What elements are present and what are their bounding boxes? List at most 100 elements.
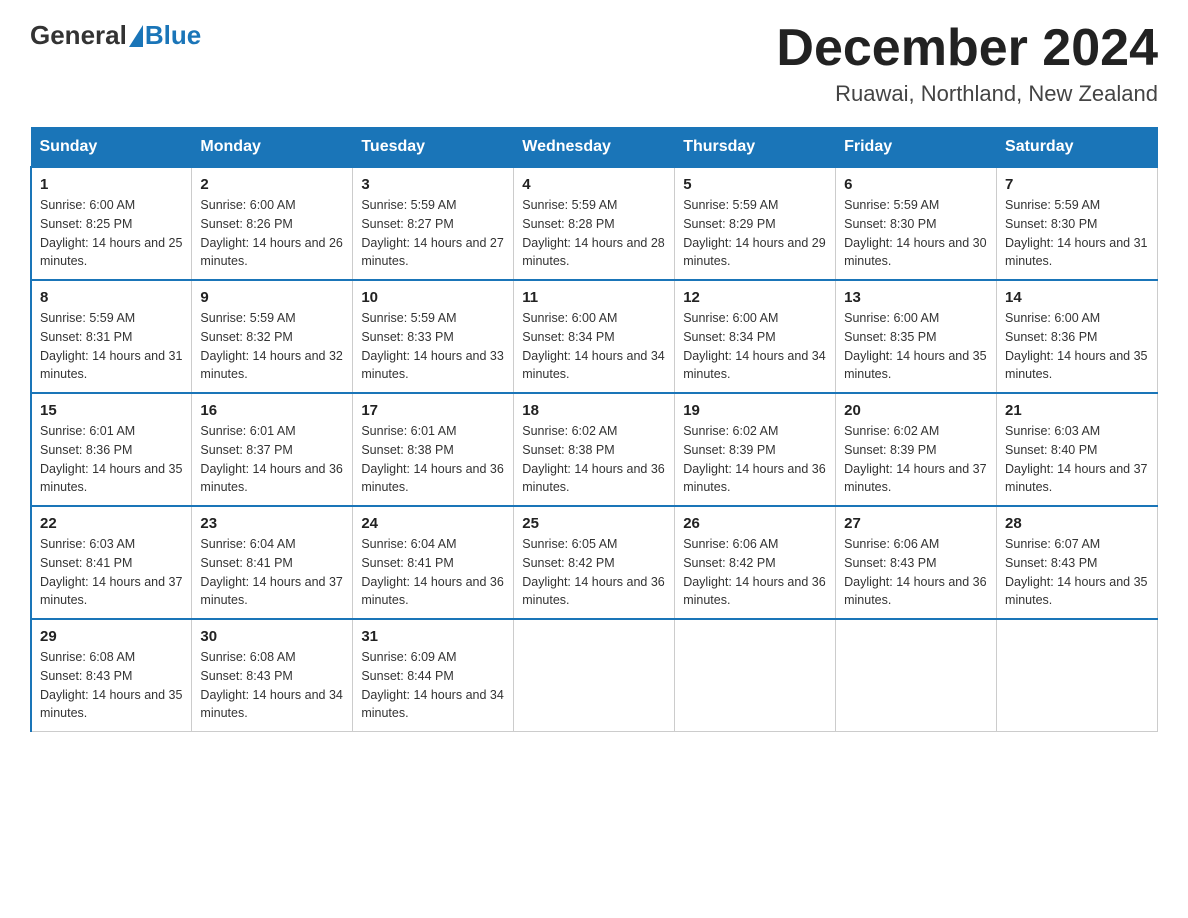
header-wednesday: Wednesday <box>514 128 675 168</box>
table-row: 29 Sunrise: 6:08 AMSunset: 8:43 PMDaylig… <box>31 619 192 732</box>
day-number: 5 <box>683 176 827 193</box>
day-number: 11 <box>522 289 666 306</box>
table-row: 12 Sunrise: 6:00 AMSunset: 8:34 PMDaylig… <box>675 280 836 393</box>
header-thursday: Thursday <box>675 128 836 168</box>
day-info: Sunrise: 6:00 AMSunset: 8:36 PMDaylight:… <box>1005 311 1147 381</box>
table-row: 24 Sunrise: 6:04 AMSunset: 8:41 PMDaylig… <box>353 506 514 619</box>
calendar-week-row: 15 Sunrise: 6:01 AMSunset: 8:36 PMDaylig… <box>31 393 1158 506</box>
table-row: 25 Sunrise: 6:05 AMSunset: 8:42 PMDaylig… <box>514 506 675 619</box>
day-info: Sunrise: 6:06 AMSunset: 8:43 PMDaylight:… <box>844 537 986 607</box>
weekday-header-row: Sunday Monday Tuesday Wednesday Thursday… <box>31 128 1158 168</box>
day-info: Sunrise: 6:07 AMSunset: 8:43 PMDaylight:… <box>1005 537 1147 607</box>
day-info: Sunrise: 6:02 AMSunset: 8:38 PMDaylight:… <box>522 424 664 494</box>
day-info: Sunrise: 6:08 AMSunset: 8:43 PMDaylight:… <box>40 650 182 720</box>
day-number: 28 <box>1005 515 1149 532</box>
day-number: 17 <box>361 402 505 419</box>
table-row <box>836 619 997 732</box>
day-info: Sunrise: 5:59 AMSunset: 8:32 PMDaylight:… <box>200 311 342 381</box>
table-row: 28 Sunrise: 6:07 AMSunset: 8:43 PMDaylig… <box>997 506 1158 619</box>
day-number: 30 <box>200 628 344 645</box>
day-number: 21 <box>1005 402 1149 419</box>
logo-blue-part: Blue <box>127 20 201 51</box>
day-number: 15 <box>40 402 183 419</box>
calendar-week-row: 22 Sunrise: 6:03 AMSunset: 8:41 PMDaylig… <box>31 506 1158 619</box>
header-tuesday: Tuesday <box>353 128 514 168</box>
day-info: Sunrise: 6:00 AMSunset: 8:34 PMDaylight:… <box>522 311 664 381</box>
day-info: Sunrise: 6:00 AMSunset: 8:35 PMDaylight:… <box>844 311 986 381</box>
day-number: 29 <box>40 628 183 645</box>
logo-triangle-icon <box>129 25 143 47</box>
table-row: 22 Sunrise: 6:03 AMSunset: 8:41 PMDaylig… <box>31 506 192 619</box>
day-info: Sunrise: 6:05 AMSunset: 8:42 PMDaylight:… <box>522 537 664 607</box>
day-info: Sunrise: 6:06 AMSunset: 8:42 PMDaylight:… <box>683 537 825 607</box>
day-number: 23 <box>200 515 344 532</box>
day-number: 6 <box>844 176 988 193</box>
header-friday: Friday <box>836 128 997 168</box>
table-row <box>514 619 675 732</box>
day-number: 22 <box>40 515 183 532</box>
table-row: 23 Sunrise: 6:04 AMSunset: 8:41 PMDaylig… <box>192 506 353 619</box>
calendar-table: Sunday Monday Tuesday Wednesday Thursday… <box>30 127 1158 732</box>
day-number: 12 <box>683 289 827 306</box>
day-number: 19 <box>683 402 827 419</box>
table-row: 9 Sunrise: 5:59 AMSunset: 8:32 PMDayligh… <box>192 280 353 393</box>
table-row: 7 Sunrise: 5:59 AMSunset: 8:30 PMDayligh… <box>997 167 1158 280</box>
day-number: 25 <box>522 515 666 532</box>
location-text: Ruawai, Northland, New Zealand <box>776 81 1158 107</box>
table-row: 6 Sunrise: 5:59 AMSunset: 8:30 PMDayligh… <box>836 167 997 280</box>
day-number: 3 <box>361 176 505 193</box>
table-row: 2 Sunrise: 6:00 AMSunset: 8:26 PMDayligh… <box>192 167 353 280</box>
logo-general-text: General <box>30 20 127 51</box>
day-number: 2 <box>200 176 344 193</box>
day-info: Sunrise: 6:08 AMSunset: 8:43 PMDaylight:… <box>200 650 342 720</box>
header-monday: Monday <box>192 128 353 168</box>
day-info: Sunrise: 6:00 AMSunset: 8:34 PMDaylight:… <box>683 311 825 381</box>
table-row: 21 Sunrise: 6:03 AMSunset: 8:40 PMDaylig… <box>997 393 1158 506</box>
day-info: Sunrise: 6:02 AMSunset: 8:39 PMDaylight:… <box>683 424 825 494</box>
day-info: Sunrise: 5:59 AMSunset: 8:28 PMDaylight:… <box>522 198 664 268</box>
day-info: Sunrise: 5:59 AMSunset: 8:31 PMDaylight:… <box>40 311 182 381</box>
day-number: 14 <box>1005 289 1149 306</box>
day-info: Sunrise: 6:01 AMSunset: 8:36 PMDaylight:… <box>40 424 182 494</box>
month-title: December 2024 <box>776 20 1158 77</box>
table-row: 18 Sunrise: 6:02 AMSunset: 8:38 PMDaylig… <box>514 393 675 506</box>
logo: General Blue <box>30 20 201 51</box>
table-row: 31 Sunrise: 6:09 AMSunset: 8:44 PMDaylig… <box>353 619 514 732</box>
day-info: Sunrise: 6:09 AMSunset: 8:44 PMDaylight:… <box>361 650 503 720</box>
calendar-week-row: 1 Sunrise: 6:00 AMSunset: 8:25 PMDayligh… <box>31 167 1158 280</box>
day-info: Sunrise: 6:01 AMSunset: 8:37 PMDaylight:… <box>200 424 342 494</box>
day-number: 20 <box>844 402 988 419</box>
day-info: Sunrise: 6:01 AMSunset: 8:38 PMDaylight:… <box>361 424 503 494</box>
table-row: 4 Sunrise: 5:59 AMSunset: 8:28 PMDayligh… <box>514 167 675 280</box>
table-row: 15 Sunrise: 6:01 AMSunset: 8:36 PMDaylig… <box>31 393 192 506</box>
table-row: 10 Sunrise: 5:59 AMSunset: 8:33 PMDaylig… <box>353 280 514 393</box>
day-number: 9 <box>200 289 344 306</box>
day-info: Sunrise: 6:00 AMSunset: 8:25 PMDaylight:… <box>40 198 182 268</box>
table-row: 5 Sunrise: 5:59 AMSunset: 8:29 PMDayligh… <box>675 167 836 280</box>
day-info: Sunrise: 6:02 AMSunset: 8:39 PMDaylight:… <box>844 424 986 494</box>
day-number: 31 <box>361 628 505 645</box>
day-info: Sunrise: 5:59 AMSunset: 8:33 PMDaylight:… <box>361 311 503 381</box>
day-info: Sunrise: 6:04 AMSunset: 8:41 PMDaylight:… <box>361 537 503 607</box>
day-number: 26 <box>683 515 827 532</box>
day-number: 18 <box>522 402 666 419</box>
calendar-week-row: 29 Sunrise: 6:08 AMSunset: 8:43 PMDaylig… <box>31 619 1158 732</box>
day-info: Sunrise: 5:59 AMSunset: 8:27 PMDaylight:… <box>361 198 503 268</box>
day-number: 10 <box>361 289 505 306</box>
table-row: 16 Sunrise: 6:01 AMSunset: 8:37 PMDaylig… <box>192 393 353 506</box>
day-number: 13 <box>844 289 988 306</box>
table-row: 8 Sunrise: 5:59 AMSunset: 8:31 PMDayligh… <box>31 280 192 393</box>
day-number: 24 <box>361 515 505 532</box>
header-saturday: Saturday <box>997 128 1158 168</box>
table-row: 11 Sunrise: 6:00 AMSunset: 8:34 PMDaylig… <box>514 280 675 393</box>
page-header: General Blue December 2024 Ruawai, North… <box>30 20 1158 107</box>
day-info: Sunrise: 6:03 AMSunset: 8:40 PMDaylight:… <box>1005 424 1147 494</box>
table-row: 13 Sunrise: 6:00 AMSunset: 8:35 PMDaylig… <box>836 280 997 393</box>
table-row: 30 Sunrise: 6:08 AMSunset: 8:43 PMDaylig… <box>192 619 353 732</box>
table-row: 26 Sunrise: 6:06 AMSunset: 8:42 PMDaylig… <box>675 506 836 619</box>
day-number: 27 <box>844 515 988 532</box>
day-number: 8 <box>40 289 183 306</box>
day-info: Sunrise: 6:00 AMSunset: 8:26 PMDaylight:… <box>200 198 342 268</box>
table-row <box>675 619 836 732</box>
table-row: 17 Sunrise: 6:01 AMSunset: 8:38 PMDaylig… <box>353 393 514 506</box>
